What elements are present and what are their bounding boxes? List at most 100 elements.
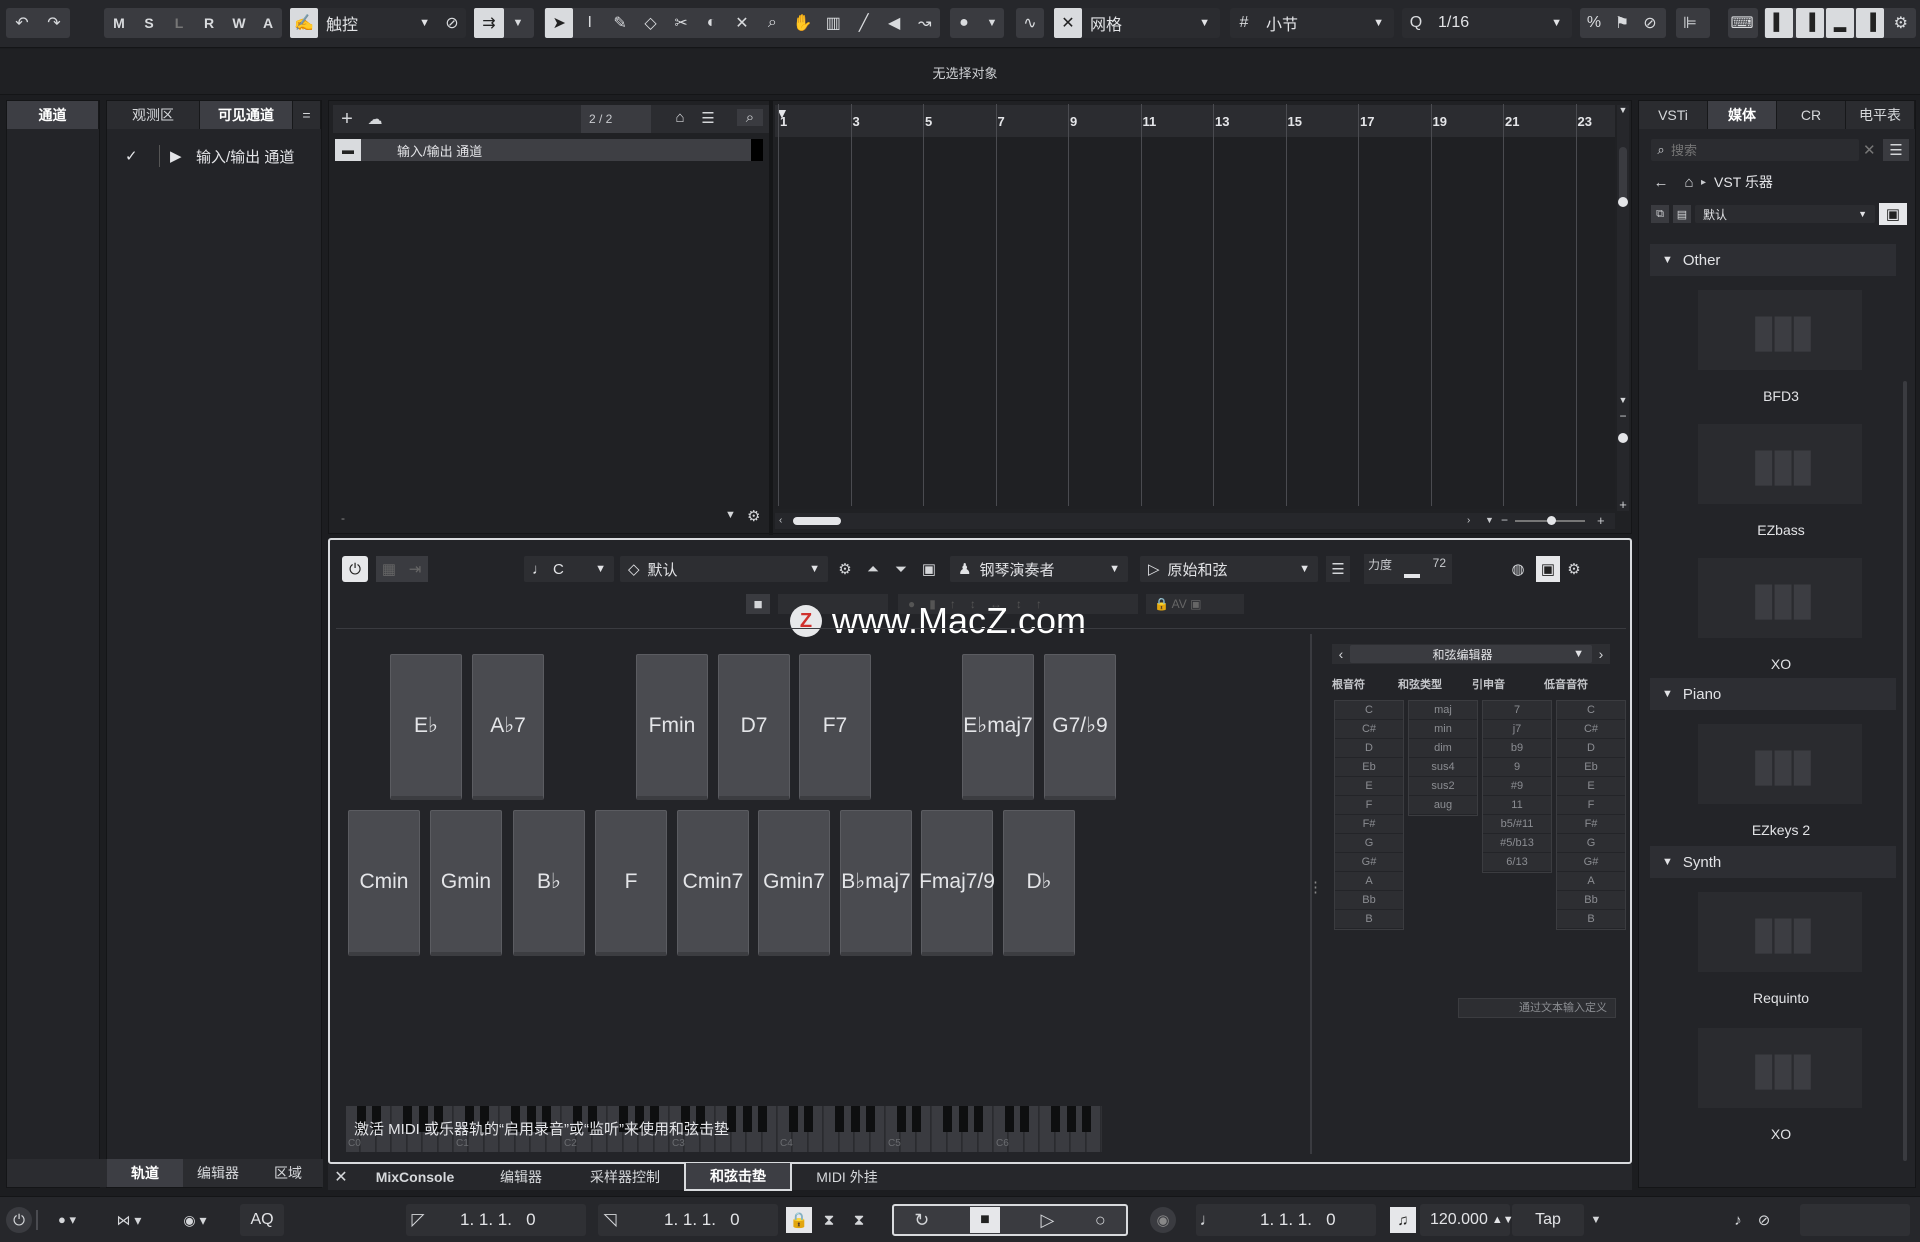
piano-black-key[interactable] [835, 1106, 845, 1132]
tab-editor[interactable]: 编辑器 [183, 1159, 253, 1187]
horizontal-scrollbar[interactable]: ‹ › ▼ − + [775, 513, 1615, 529]
autoscroll-icon[interactable]: ⇉ [474, 8, 504, 38]
tab-regions[interactable]: 区域 [253, 1159, 323, 1187]
clear-search-icon[interactable]: ✕ [1863, 141, 1876, 159]
tab-control-room[interactable]: CR [1777, 101, 1846, 129]
record-mode-icon[interactable]: ● ▾ [44, 1207, 90, 1233]
breadcrumb-label[interactable]: VST 乐器 [1714, 172, 1773, 192]
gear-icon[interactable]: ⚙ [747, 507, 760, 525]
quantize-select[interactable]: 1/16 ▼ [1430, 8, 1570, 38]
piano-black-key[interactable] [757, 1106, 768, 1132]
right-zone-icon[interactable]: ▐ [1856, 8, 1885, 38]
text-input-chord-field[interactable]: 通过文本输入定义 [1458, 998, 1616, 1018]
chord-editor-cell[interactable]: 9 [1483, 758, 1551, 777]
chord-editor-cell[interactable]: A [1335, 872, 1403, 891]
chord-editor-cell[interactable]: 6/13 [1483, 853, 1551, 872]
cycle-icon[interactable]: ↻ [914, 1210, 929, 1231]
vst-instrument-name[interactable]: Requinto [1650, 990, 1912, 1006]
tab-meter[interactable]: 电平表 [1846, 101, 1915, 129]
ruler[interactable] [775, 105, 1615, 137]
snap-icon[interactable]: ∿ [1016, 8, 1044, 38]
chord-pad[interactable]: D♭ [1003, 810, 1075, 956]
chord-editor-cell[interactable]: 7 [1483, 701, 1551, 720]
aq-button[interactable]: AQ [240, 1204, 284, 1236]
horizontal-scroll-thumb[interactable] [793, 517, 841, 525]
chord-editor-cell[interactable]: 11 [1483, 796, 1551, 815]
chord-editor-cell[interactable]: F [1557, 796, 1625, 815]
pencil-icon[interactable]: ✎ [606, 8, 634, 38]
piano-black-key[interactable] [958, 1106, 968, 1132]
chord-editor-cell[interactable]: Eb [1335, 758, 1403, 777]
lower-zone-icon[interactable]: ▂ [1825, 8, 1854, 38]
chevron-down-icon[interactable]: ▼ [725, 509, 736, 521]
vst-group-header[interactable]: ▼ Synth [1650, 846, 1896, 878]
horizontal-zoom-knob[interactable] [1547, 516, 1556, 525]
zoom-in-icon[interactable]: + [1617, 497, 1629, 512]
right-scrollbar[interactable] [1903, 381, 1907, 1161]
punch-out-icon[interactable]: ⧗ [846, 1207, 872, 1233]
chord-pad[interactable]: G7/♭9 [1044, 654, 1116, 800]
chord-pad[interactable]: E♭ [390, 654, 462, 800]
mute-button[interactable]: M [104, 8, 134, 38]
zoom-out-icon[interactable]: − [1617, 409, 1629, 423]
tempo-stepper-icon[interactable]: ▲▼ [1492, 1214, 1514, 1226]
key-select[interactable]: ♩ C ▼ [524, 556, 614, 582]
eraser-icon[interactable]: ◇ [637, 8, 665, 38]
chord-editor-cell[interactable]: sus2 [1409, 777, 1477, 796]
adaptive-voicing-group[interactable]: 🔒 AV ▣ [1146, 594, 1244, 614]
expand-triangle-icon[interactable]: ▼ [1662, 688, 1673, 700]
list-icon[interactable]: ☰ [697, 109, 719, 127]
left-zone-icon[interactable]: ▌ [1765, 8, 1794, 38]
speaker-icon[interactable]: ◀ [880, 8, 908, 38]
expand-triangle-icon[interactable]: ▶ [170, 147, 196, 165]
chord-editor-cell[interactable]: Bb [1557, 891, 1625, 910]
scissors-icon[interactable]: ✂ [667, 8, 695, 38]
chord-pad[interactable]: Cmin [348, 810, 420, 956]
vst-instrument-tile[interactable]: ▮▮▮ [1698, 892, 1862, 972]
vertical-scroll-knob[interactable] [1618, 197, 1628, 207]
inspector-icon[interactable]: ▐ [1795, 8, 1824, 38]
copy-icon[interactable]: ⧉ [1651, 205, 1669, 223]
visibility-tree-item[interactable]: ✓ ▶ 输入/输出 通道 [125, 145, 294, 167]
snap-on-icon[interactable]: ✕ [1054, 8, 1082, 38]
chord-editor-cell[interactable]: D [1335, 739, 1403, 758]
activate-project-icon[interactable]: ⏻ [6, 1207, 32, 1233]
chord-pad[interactable]: B♭maj7 [840, 810, 912, 956]
search-input[interactable] [1671, 142, 1851, 158]
chord-editor-cell[interactable]: G [1335, 834, 1403, 853]
piano-black-key[interactable] [973, 1106, 984, 1132]
chord-editor-cell[interactable]: D [1557, 739, 1625, 758]
chord-editor-cell[interactable]: b5/#11 [1483, 815, 1551, 834]
piano-black-key[interactable] [1066, 1106, 1076, 1132]
move-up-icon[interactable]: ⏶ [862, 556, 884, 582]
pointer-icon[interactable]: ➤ [545, 8, 574, 38]
record-icon[interactable]: ○ [1095, 1210, 1106, 1231]
play-icon[interactable]: ▷ [1040, 1210, 1054, 1231]
tab-vsti[interactable]: VSTi [1639, 101, 1708, 129]
settings-icon[interactable]: ⚙ [1887, 8, 1915, 38]
home-icon[interactable]: ⌂ [669, 109, 691, 126]
pad-stop-icon[interactable]: ■ [746, 594, 770, 614]
chord-pad[interactable]: F7 [799, 654, 871, 800]
piano-black-key[interactable] [1020, 1106, 1030, 1132]
chevron-down-icon[interactable]: ▼ [1485, 515, 1494, 525]
chord-editor-cell[interactable]: C# [1557, 720, 1625, 739]
left-locator-icon[interactable]: ◸ [406, 1210, 430, 1230]
back-icon[interactable]: ← [1651, 174, 1671, 191]
chord-editor-cell[interactable]: F# [1335, 815, 1403, 834]
tab-visibility[interactable]: 可见通道 [200, 101, 293, 129]
piano-black-key[interactable] [1081, 1106, 1092, 1132]
position-value[interactable]: 1. 1. 1. 0 [1260, 1210, 1336, 1230]
chord-editor-cell[interactable]: dim [1409, 739, 1477, 758]
vst-instrument-tile[interactable]: ▮▮▮ [1698, 424, 1862, 504]
list-settings-icon[interactable]: ☰ [1326, 556, 1350, 582]
swing-icon[interactable]: % [1580, 8, 1608, 38]
chord-editor-cell[interactable]: aug [1409, 796, 1477, 815]
preset-select[interactable]: ◇ 默认 ▼ [620, 556, 828, 582]
chord-editor-cell[interactable]: E [1335, 777, 1403, 796]
chord-editor-cell[interactable]: C# [1335, 720, 1403, 739]
doc-icon[interactable]: ▤ [1673, 205, 1691, 223]
redo-icon[interactable]: ↷ [38, 8, 70, 38]
palette-icon[interactable]: ● [950, 8, 978, 38]
tab-media[interactable]: 媒体 [1708, 101, 1777, 129]
